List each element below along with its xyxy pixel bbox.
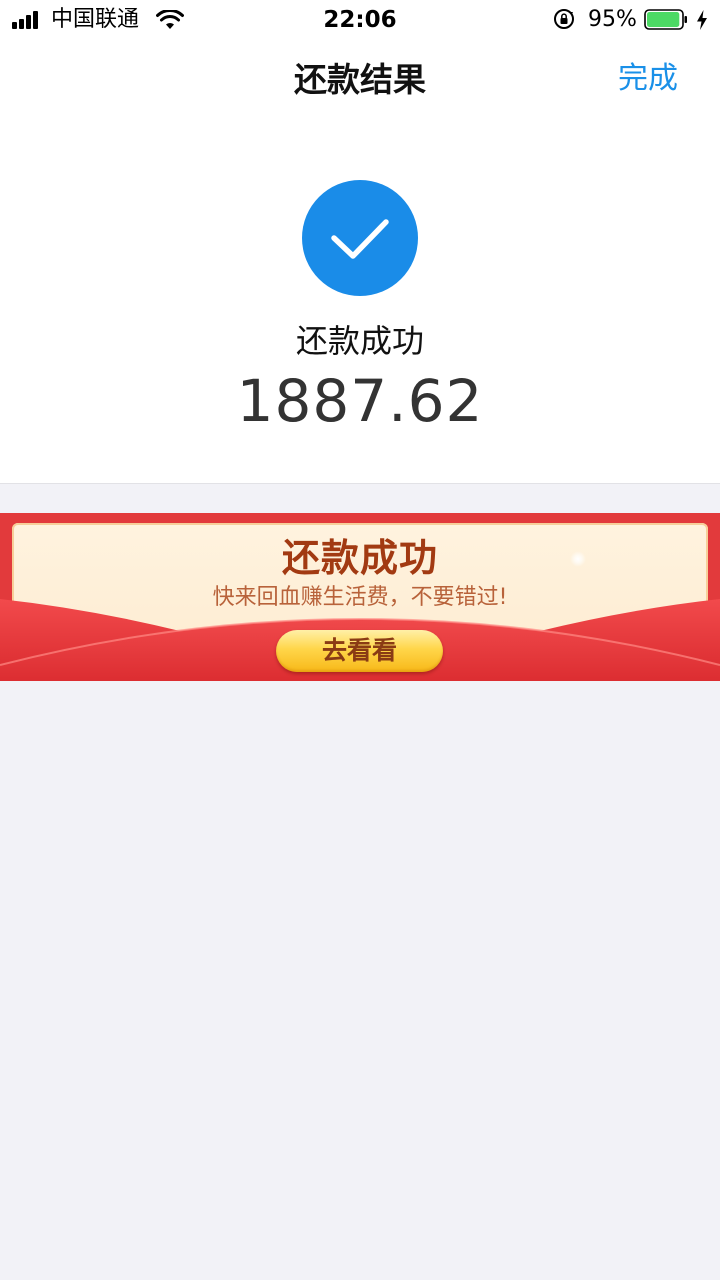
- battery-percentage: 95%: [588, 7, 637, 32]
- battery-icon: [644, 9, 687, 30]
- navigation-bar: 还款结果 完成: [0, 40, 720, 120]
- result-section: 还款成功 1887.62: [0, 120, 720, 484]
- status-bar: 中国联通 22:06 95%: [0, 0, 720, 40]
- result-status-text: 还款成功: [295, 322, 424, 360]
- repayment-result-screen: 中国联通 22:06 95% 还款结果 完成 还款成功 1887.62 还款成功…: [0, 0, 720, 1280]
- done-button[interactable]: 完成: [618, 58, 678, 100]
- promo-banner[interactable]: 还款成功 快来回血赚生活费，不要错过! 去看看: [0, 513, 720, 681]
- repayment-amount: 1887.62: [236, 367, 484, 435]
- page-title: 还款结果: [294, 60, 426, 99]
- charging-bolt-icon: [697, 10, 707, 30]
- promo-subtitle: 快来回血赚生活费，不要错过!: [212, 585, 508, 610]
- rotation-lock-icon: [554, 9, 574, 29]
- promo-title: 还款成功: [281, 536, 438, 580]
- go-see-button[interactable]: 去看看: [276, 630, 443, 672]
- success-check-icon: [302, 180, 418, 296]
